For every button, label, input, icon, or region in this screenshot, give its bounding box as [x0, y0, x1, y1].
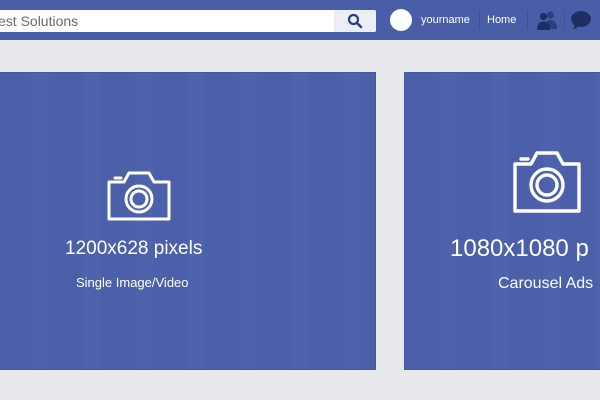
search-box: [0, 10, 376, 32]
divider: [479, 11, 480, 29]
top-navigation-bar: yourname Home: [0, 0, 600, 40]
search-icon: [347, 13, 363, 29]
ad-format-card-carousel[interactable]: 1080x1080 p Carousel Ads: [404, 72, 600, 370]
search-input[interactable]: [0, 10, 334, 32]
chat-icon[interactable]: [570, 10, 592, 31]
divider: [564, 11, 565, 29]
camera-icon: [107, 171, 171, 221]
friends-icon[interactable]: [535, 10, 559, 30]
ad-dimensions: 1080x1080 p: [450, 235, 589, 262]
ad-format-label: Single Image/Video: [76, 275, 189, 290]
home-link[interactable]: Home: [487, 14, 516, 26]
ad-dimensions: 1200x628 pixels: [65, 238, 203, 259]
divider: [527, 11, 528, 29]
ad-format-card-single-image[interactable]: 1200x628 pixels Single Image/Video: [0, 72, 376, 370]
search-button[interactable]: [334, 10, 376, 32]
avatar[interactable]: [390, 9, 412, 31]
username-link[interactable]: yourname: [421, 14, 470, 26]
camera-icon: [513, 151, 581, 213]
ad-format-label: Carousel Ads: [498, 275, 594, 292]
